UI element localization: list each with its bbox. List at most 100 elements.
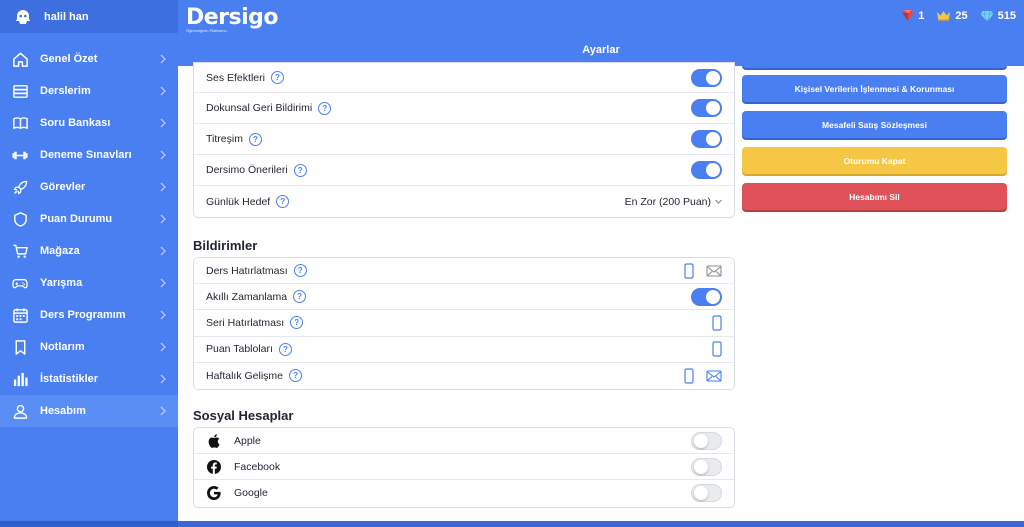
notification-row-akilli: Akıllı Zamanlama ? bbox=[194, 284, 734, 311]
page-title: Ayarlar bbox=[582, 44, 620, 56]
home-icon bbox=[11, 50, 29, 68]
titresim-toggle[interactable] bbox=[691, 130, 722, 148]
chevron-right-icon bbox=[160, 86, 166, 96]
setting-row-oneriler: Dersimo Önerileri ? bbox=[194, 155, 734, 186]
setting-label: Ders Hatırlatması bbox=[206, 264, 288, 277]
google-toggle[interactable] bbox=[691, 484, 722, 503]
diamond-count: 515 bbox=[997, 9, 1016, 22]
book-stack-icon bbox=[11, 82, 29, 100]
help-icon[interactable]: ? bbox=[293, 264, 307, 278]
sidebar-item-label: Puan Durumu bbox=[40, 213, 113, 225]
setting-label: Akıllı Zamanlama bbox=[206, 290, 288, 303]
help-icon[interactable]: ? bbox=[293, 163, 307, 177]
help-icon[interactable]: ? bbox=[276, 195, 290, 208]
mesafeli-satis-button[interactable]: Mesafeli Satış Sözleşmesi bbox=[742, 111, 1007, 138]
help-icon[interactable]: ? bbox=[278, 342, 292, 356]
sidebar-item-label: Mağaza bbox=[40, 245, 80, 257]
help-icon[interactable]: ? bbox=[293, 290, 307, 304]
help-icon[interactable]: ? bbox=[318, 101, 332, 115]
sidebar-item-istatistikler[interactable]: İstatistikler bbox=[0, 363, 178, 395]
sidebar-item-ders-programim[interactable]: Ders Programım bbox=[0, 299, 178, 331]
select-value: En Zor (200 Puan) bbox=[624, 195, 711, 208]
phone-icon[interactable] bbox=[712, 315, 722, 331]
settings-content: Ses Efektleri ? Dokunsal Geri Bildirimi … bbox=[178, 62, 1024, 527]
chevron-right-icon bbox=[160, 54, 166, 64]
social-label: Apple bbox=[234, 434, 261, 447]
user-header[interactable]: halil han bbox=[0, 0, 178, 33]
dumbbell-icon bbox=[11, 146, 29, 164]
mail-icon[interactable] bbox=[706, 265, 722, 277]
facebook-toggle[interactable] bbox=[691, 457, 722, 476]
dokunsal-toggle[interactable] bbox=[691, 99, 722, 117]
sidebar-item-deneme-sinavlari[interactable]: Deneme Sınavları bbox=[0, 139, 178, 171]
gamepad-icon bbox=[11, 274, 29, 292]
ruby-count: 1 bbox=[918, 9, 925, 22]
chevron-right-icon bbox=[160, 118, 166, 128]
help-icon[interactable]: ? bbox=[290, 316, 304, 330]
sidebar-item-puan-durumu[interactable]: Puan Durumu bbox=[0, 203, 178, 235]
sidebar-item-soru-bankasi[interactable]: Soru Bankası bbox=[0, 107, 178, 139]
setting-label: Puan Tabloları bbox=[206, 343, 273, 356]
social-label: Facebook bbox=[234, 460, 281, 473]
kvkk-button[interactable]: Kişisel Verilerin İşlenmesi & Korunması bbox=[742, 75, 1007, 102]
sidebar-item-label: Hesabım bbox=[40, 405, 86, 417]
sidebar-item-notlarim[interactable]: Notlarım bbox=[0, 331, 178, 363]
calendar-icon bbox=[11, 306, 29, 324]
notification-row-seri: Seri Hatırlatması ? bbox=[194, 310, 734, 337]
chevron-right-icon bbox=[160, 182, 166, 192]
ruby-stat[interactable]: 1 bbox=[902, 9, 924, 22]
setting-label: Titreşim bbox=[206, 133, 243, 145]
logout-button[interactable]: Oturumu Kapat bbox=[742, 147, 1007, 174]
diamond-icon bbox=[980, 10, 994, 22]
notification-row-puan: Puan Tabloları ? bbox=[194, 337, 734, 363]
hidden-button-edge[interactable] bbox=[742, 62, 1007, 68]
sidebar-item-magaza[interactable]: Mağaza bbox=[0, 235, 178, 267]
caret-down-icon bbox=[715, 199, 722, 204]
oneriler-toggle[interactable] bbox=[691, 161, 722, 179]
sidebar-item-derslerim[interactable]: Derslerim bbox=[0, 75, 178, 107]
setting-row-gunluk-hedef: Günlük Hedef ? En Zor (200 Puan) bbox=[194, 186, 734, 217]
help-icon[interactable]: ? bbox=[248, 132, 262, 146]
brand-tagline: Öğrenciğinin Platformu bbox=[186, 28, 227, 33]
help-icon[interactable]: ? bbox=[270, 71, 284, 84]
apple-toggle[interactable] bbox=[691, 431, 722, 450]
avatar bbox=[14, 8, 32, 26]
facebook-icon bbox=[206, 459, 222, 474]
open-book-icon bbox=[11, 114, 29, 132]
sidebar-item-yarisma[interactable]: Yarışma bbox=[0, 267, 178, 299]
phone-icon[interactable] bbox=[712, 341, 722, 357]
setting-row-ses-efektleri: Ses Efektleri ? bbox=[194, 63, 734, 93]
brand-logo[interactable]: Dersigo Öğrenciğinin Platformu bbox=[186, 5, 279, 33]
diamond-stat[interactable]: 515 bbox=[980, 10, 1016, 22]
sidebar-item-label: Yarışma bbox=[40, 277, 83, 289]
setting-label: Dersimo Önerileri bbox=[206, 164, 288, 176]
ses-efektleri-toggle[interactable] bbox=[691, 68, 722, 87]
crown-count: 25 bbox=[955, 9, 968, 22]
section-title-sosyal-hesaplar: Sosyal Hesaplar bbox=[193, 408, 294, 423]
sidebar-item-genel-ozet[interactable]: Genel Özet bbox=[0, 43, 178, 75]
chevron-right-icon bbox=[160, 406, 166, 416]
setting-label: Günlük Hedef bbox=[206, 195, 271, 208]
crown-stat[interactable]: 25 bbox=[936, 9, 968, 22]
help-icon[interactable]: ? bbox=[289, 369, 303, 383]
crown-icon bbox=[937, 11, 951, 21]
akilli-zamanlama-toggle[interactable] bbox=[691, 287, 722, 306]
sidebar-item-label: İstatistikler bbox=[40, 373, 99, 385]
sidebar-item-gorevler[interactable]: Görevler bbox=[0, 171, 178, 203]
notification-row-ders: Ders Hatırlatması ? bbox=[194, 258, 734, 285]
bar-chart-icon bbox=[11, 370, 29, 388]
chevron-right-icon bbox=[160, 278, 166, 288]
sidebar: halil han Genel Özet Derslerim Soru Bank… bbox=[0, 0, 178, 527]
phone-icon[interactable] bbox=[684, 368, 694, 384]
mail-icon[interactable] bbox=[706, 370, 722, 382]
sidebar-item-label: Ders Programım bbox=[40, 309, 126, 321]
phone-icon[interactable] bbox=[684, 262, 694, 279]
delete-account-button[interactable]: Hesabımı Sil bbox=[742, 183, 1007, 210]
setting-label: Haftalık Gelişme bbox=[206, 369, 284, 382]
bookmark-icon bbox=[11, 338, 29, 356]
sidebar-item-hesabim[interactable]: Hesabım bbox=[0, 395, 178, 427]
apple-icon bbox=[206, 433, 222, 448]
chevron-right-icon bbox=[160, 374, 166, 384]
general-settings-card: Ses Efektleri ? Dokunsal Geri Bildirimi … bbox=[193, 62, 735, 218]
gunluk-hedef-select[interactable]: En Zor (200 Puan) bbox=[625, 196, 722, 208]
